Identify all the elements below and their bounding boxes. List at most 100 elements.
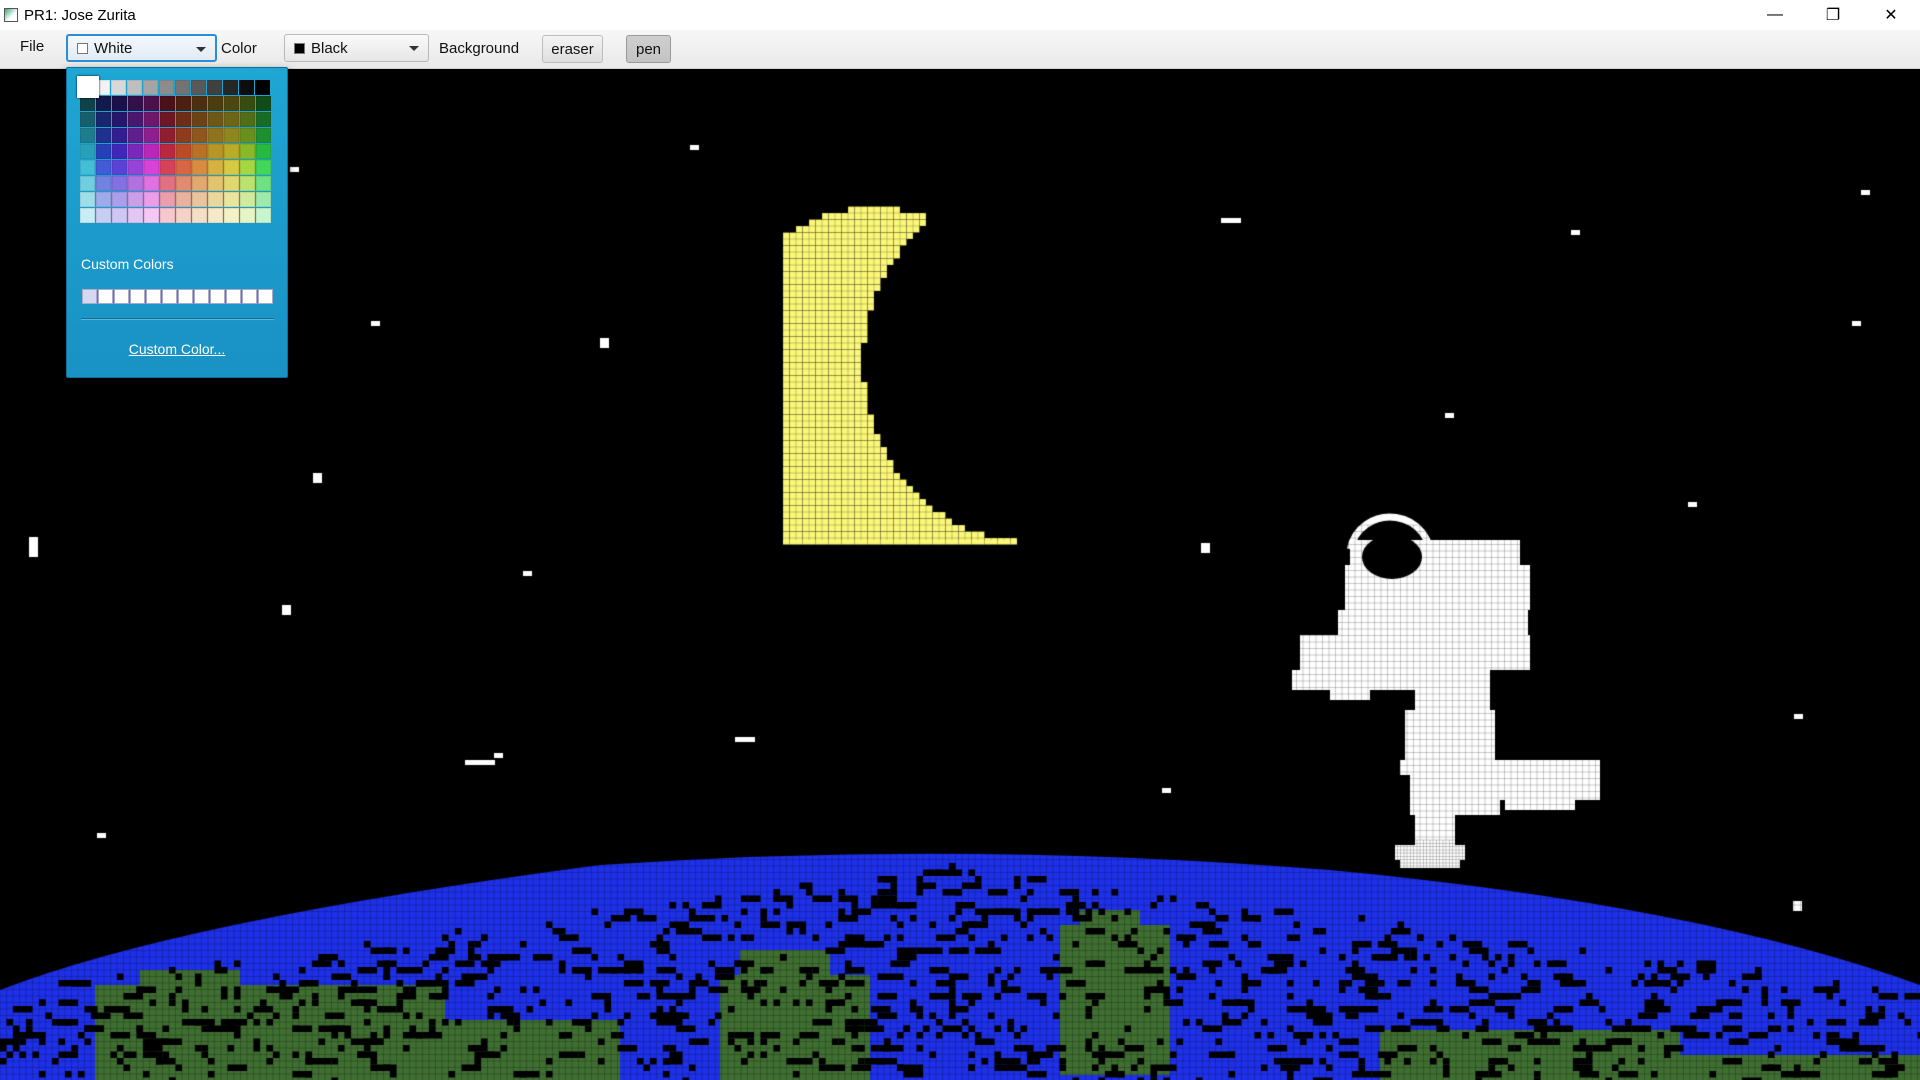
palette-swatch[interactable] — [240, 176, 255, 191]
palette-swatch[interactable] — [128, 160, 143, 175]
palette-swatch[interactable] — [256, 112, 271, 127]
palette-swatch[interactable] — [160, 176, 175, 191]
palette-swatch[interactable] — [239, 80, 254, 95]
palette-swatch[interactable] — [143, 80, 158, 95]
file-menu[interactable]: File — [20, 38, 44, 55]
palette-swatch[interactable] — [192, 176, 207, 191]
palette-swatch[interactable] — [144, 112, 159, 127]
pen-color-combo[interactable]: White — [66, 34, 217, 62]
palette-swatch[interactable] — [256, 192, 271, 207]
palette-swatch[interactable] — [80, 160, 95, 175]
palette-swatch[interactable] — [256, 208, 271, 223]
palette-swatch[interactable] — [128, 144, 143, 159]
custom-color-link[interactable]: Custom Color... — [67, 341, 287, 357]
palette-swatch[interactable] — [176, 176, 191, 191]
palette-swatch[interactable] — [224, 208, 239, 223]
palette-swatch[interactable] — [128, 192, 143, 207]
custom-color-swatch[interactable] — [178, 289, 193, 304]
palette-swatch[interactable] — [191, 80, 206, 95]
palette-swatch[interactable] — [256, 160, 271, 175]
palette-swatch[interactable] — [208, 192, 223, 207]
palette-swatch[interactable] — [96, 112, 111, 127]
palette-swatch[interactable] — [207, 80, 222, 95]
palette-swatch[interactable] — [159, 80, 174, 95]
palette-swatch[interactable] — [192, 192, 207, 207]
palette-swatch[interactable] — [192, 144, 207, 159]
palette-swatch[interactable] — [223, 80, 238, 95]
palette-swatch[interactable] — [96, 192, 111, 207]
palette-swatch[interactable] — [112, 160, 127, 175]
palette-swatch[interactable] — [208, 176, 223, 191]
palette-swatch[interactable] — [224, 160, 239, 175]
palette-swatch[interactable] — [240, 128, 255, 143]
custom-color-swatch[interactable] — [210, 289, 225, 304]
palette-swatch[interactable] — [224, 192, 239, 207]
palette-swatch[interactable] — [160, 112, 175, 127]
palette-swatch[interactable] — [176, 96, 191, 111]
palette-swatch[interactable] — [160, 96, 175, 111]
custom-color-swatch[interactable] — [114, 289, 129, 304]
palette-swatch[interactable] — [128, 208, 143, 223]
custom-color-swatch[interactable] — [98, 289, 113, 304]
palette-swatch[interactable] — [160, 208, 175, 223]
palette-swatch[interactable] — [128, 128, 143, 143]
palette-swatch[interactable] — [96, 160, 111, 175]
palette-swatch[interactable] — [176, 208, 191, 223]
close-icon[interactable]: ✕ — [1862, 0, 1920, 30]
palette-swatch[interactable] — [96, 208, 111, 223]
palette-swatch[interactable] — [112, 208, 127, 223]
palette-swatch[interactable] — [256, 128, 271, 143]
palette-swatch[interactable] — [224, 96, 239, 111]
palette-swatch[interactable] — [192, 208, 207, 223]
palette-swatch[interactable] — [256, 176, 271, 191]
palette-swatch[interactable] — [160, 144, 175, 159]
palette-swatch[interactable] — [208, 144, 223, 159]
palette-swatch[interactable] — [80, 208, 95, 223]
palette-swatch[interactable] — [96, 96, 111, 111]
palette-swatch[interactable] — [224, 128, 239, 143]
palette-swatch[interactable] — [112, 96, 127, 111]
palette-swatch[interactable] — [160, 192, 175, 207]
palette-swatch[interactable] — [192, 112, 207, 127]
palette-swatch[interactable] — [128, 176, 143, 191]
palette-swatch[interactable] — [112, 144, 127, 159]
palette-swatch[interactable] — [255, 80, 270, 95]
custom-color-swatch[interactable] — [130, 289, 145, 304]
palette-swatch[interactable] — [112, 176, 127, 191]
palette-swatch[interactable] — [256, 144, 271, 159]
palette-swatch[interactable] — [240, 208, 255, 223]
eraser-button[interactable]: eraser — [542, 35, 603, 63]
palette-swatch[interactable] — [192, 160, 207, 175]
palette-swatch[interactable] — [80, 176, 95, 191]
palette-swatch[interactable] — [111, 80, 126, 95]
palette-swatch[interactable] — [77, 76, 99, 98]
palette-swatch[interactable] — [160, 160, 175, 175]
palette-swatch[interactable] — [208, 112, 223, 127]
custom-color-swatch[interactable] — [258, 289, 273, 304]
palette-swatch[interactable] — [160, 128, 175, 143]
palette-swatch[interactable] — [175, 80, 190, 95]
pen-button[interactable]: pen — [626, 35, 671, 63]
palette-swatch[interactable] — [208, 208, 223, 223]
palette-swatch[interactable] — [176, 144, 191, 159]
palette-swatch[interactable] — [176, 160, 191, 175]
palette-swatch[interactable] — [112, 192, 127, 207]
palette-swatch[interactable] — [112, 128, 127, 143]
palette-swatch[interactable] — [128, 112, 143, 127]
palette-swatch[interactable] — [80, 96, 95, 111]
palette-swatch[interactable] — [80, 112, 95, 127]
palette-swatch[interactable] — [144, 160, 159, 175]
palette-swatch[interactable] — [144, 144, 159, 159]
background-color-combo[interactable]: Black — [284, 34, 429, 62]
palette-swatch[interactable] — [96, 144, 111, 159]
palette-swatch[interactable] — [240, 192, 255, 207]
custom-color-swatch[interactable] — [226, 289, 241, 304]
palette-swatch[interactable] — [224, 176, 239, 191]
palette-swatch[interactable] — [240, 144, 255, 159]
palette-swatch[interactable] — [80, 144, 95, 159]
palette-swatch[interactable] — [192, 128, 207, 143]
palette-swatch[interactable] — [96, 128, 111, 143]
palette-swatch[interactable] — [224, 112, 239, 127]
palette-swatch[interactable] — [192, 96, 207, 111]
custom-color-swatch[interactable] — [194, 289, 209, 304]
